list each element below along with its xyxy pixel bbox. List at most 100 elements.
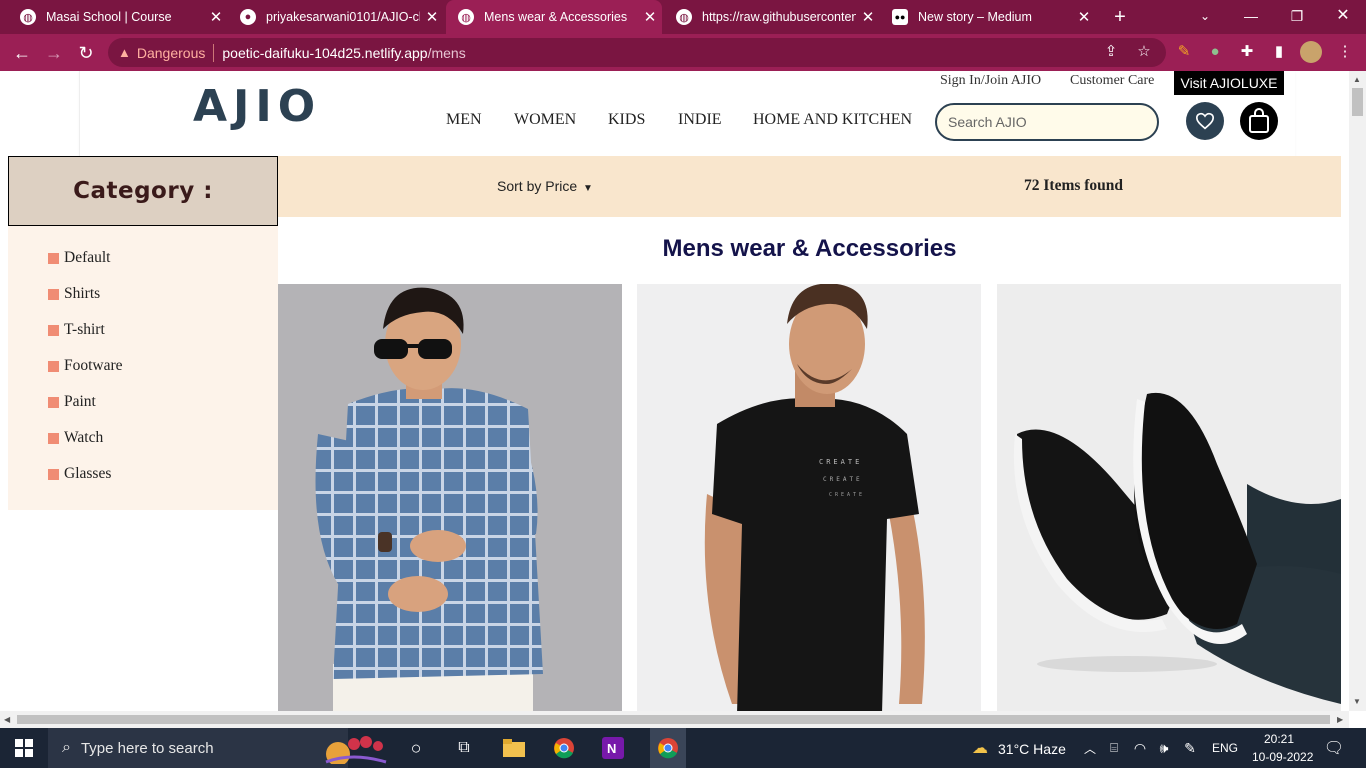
share-icon[interactable]: ⇪ [1100, 41, 1122, 63]
product-card-tshirt[interactable]: CREATE CREATE CREATE [637, 284, 981, 711]
product-card-shirt[interactable] [278, 284, 622, 711]
new-tab-button[interactable]: + [1108, 5, 1132, 29]
browser-tab-bar: ◍ Masai School | Course ✕ ● priyakesarwa… [0, 0, 1366, 34]
onenote-icon[interactable]: N [601, 736, 625, 760]
volume-icon[interactable]: 🕪 [1152, 736, 1176, 760]
minimize-button[interactable]: — [1228, 0, 1274, 34]
restore-button[interactable]: ❐ [1274, 0, 1320, 34]
tab-mens-wear[interactable]: ◍ Mens wear & Accessories ✕ [446, 0, 662, 34]
network-icon[interactable]: ⌸ [1102, 736, 1126, 760]
puzzle-icon[interactable]: ✚ [1236, 41, 1258, 63]
tab-medium[interactable]: ●● New story – Medium ✕ [880, 0, 1096, 34]
reload-icon[interactable]: ↻ [74, 41, 98, 65]
scroll-up-icon[interactable]: ▲ [1353, 75, 1361, 84]
tab-github[interactable]: ● priyakesarwani0101/AJIO-clo ✕ [228, 0, 444, 34]
bullet-square-icon [48, 324, 59, 336]
close-tab-icon[interactable]: ✕ [856, 8, 880, 26]
widget-balloons-icon[interactable] [316, 736, 388, 764]
back-icon[interactable]: ← [10, 41, 34, 65]
category-item-glasses[interactable]: Glasses [48, 456, 123, 492]
profile-avatar[interactable] [1300, 41, 1322, 63]
black-tshirt-product-image: CREATE CREATE CREATE [637, 284, 981, 711]
taskbar-search-box[interactable]: ⌕ Type here to search [48, 728, 348, 768]
clock-date[interactable]: 10-09-2022 [1252, 750, 1313, 764]
category-item-tshirt[interactable]: T-shirt [48, 312, 123, 348]
svg-text:N: N [607, 741, 616, 756]
horizontal-scroll-thumb[interactable] [17, 715, 1330, 724]
close-tab-icon[interactable]: ✕ [204, 8, 228, 26]
language-indicator[interactable]: ENG [1212, 741, 1238, 755]
extension-icon[interactable]: ● [1204, 41, 1226, 63]
pen-extension-icon[interactable]: ✎ [1173, 41, 1195, 63]
bookmark-star-icon[interactable]: ☆ [1133, 41, 1155, 63]
customer-care-link[interactable]: Customer Care [1070, 73, 1154, 89]
sort-bar: Sort by Price ▼ 72 Items found [278, 156, 1341, 217]
category-label: Watch [64, 429, 104, 446]
category-sidebar: Category : Default Shirts T-shirt Footwa… [8, 156, 278, 510]
security-label[interactable]: Dangerous [137, 45, 206, 61]
medium-icon: ●● [892, 9, 908, 25]
close-window-button[interactable]: ✕ [1320, 0, 1366, 34]
ajio-logo[interactable]: AJIO [193, 81, 321, 132]
vertical-scrollbar[interactable]: ▲ ▼ [1349, 71, 1366, 711]
close-tab-icon[interactable]: ✕ [420, 8, 444, 26]
tab-title: https://raw.githubuserconten [702, 10, 856, 24]
tab-title: Mens wear & Accessories [484, 10, 628, 24]
weather-text[interactable]: 31°C Haze [998, 741, 1066, 757]
tab-raw-github[interactable]: ◍ https://raw.githubuserconten ✕ [664, 0, 880, 34]
windows-start-icon[interactable] [12, 736, 36, 760]
scroll-down-icon[interactable]: ▼ [1353, 697, 1361, 706]
task-view-icon[interactable]: ⧉ [452, 736, 476, 760]
pen-icon[interactable]: ✎ [1178, 736, 1202, 760]
sign-in-link[interactable]: Sign In/Join AJIO [940, 73, 1041, 89]
url-field[interactable]: ▲ Dangerous poetic-daifuku-104d25.netlif… [108, 38, 1166, 67]
github-icon: ● [240, 9, 256, 25]
tab-search-icon[interactable]: ⌄ [1182, 0, 1228, 34]
clock-time[interactable]: 20:21 [1264, 732, 1294, 746]
scroll-left-icon[interactable]: ◀ [4, 715, 10, 724]
url-text: poetic-daifuku-104d25.netlify.app/mens [222, 45, 465, 61]
taskbar-search-placeholder: Type here to search [80, 739, 214, 757]
notification-icon[interactable]: 🗨 [1322, 736, 1346, 760]
bullet-square-icon [48, 432, 59, 444]
search-input[interactable] [935, 103, 1159, 141]
tab-title: priyakesarwani0101/AJIO-clo [266, 10, 420, 24]
category-item-watch[interactable]: Watch [48, 420, 123, 456]
bag-button[interactable] [1240, 102, 1278, 140]
product-card-sneakers[interactable] [997, 284, 1341, 711]
tab-masai[interactable]: ◍ Masai School | Course ✕ [8, 0, 228, 34]
nav-men[interactable]: MEN [446, 111, 482, 129]
scroll-right-icon[interactable]: ▶ [1337, 715, 1343, 724]
nav-indie[interactable]: INDIE [678, 111, 722, 129]
vertical-scroll-thumb[interactable] [1352, 88, 1363, 116]
category-item-default[interactable]: Default [48, 240, 123, 276]
items-count: 72 Items found [1024, 177, 1124, 194]
nav-home-kitchen[interactable]: HOME AND KITCHEN [753, 111, 912, 129]
heart-icon [1195, 112, 1215, 130]
category-item-paint[interactable]: Paint [48, 384, 123, 420]
side-panel-icon[interactable]: ▮ [1268, 41, 1290, 63]
chrome-icon[interactable] [552, 736, 576, 760]
tab-title: New story – Medium [918, 10, 1032, 24]
nav-kids[interactable]: KIDS [608, 111, 645, 129]
black-sneakers-product-image [997, 284, 1341, 711]
close-tab-icon[interactable]: ✕ [638, 8, 662, 26]
tab-title: Masai School | Course [46, 10, 172, 24]
nav-women[interactable]: WOMEN [514, 111, 576, 129]
cortana-circle-icon[interactable]: ○ [404, 736, 428, 760]
weather-haze-icon[interactable]: ☁ [968, 736, 992, 760]
ajioluxe-button[interactable]: Visit AJIOLUXE [1174, 71, 1284, 95]
category-item-footware[interactable]: Footware [48, 348, 123, 384]
wishlist-button[interactable] [1186, 102, 1224, 140]
file-explorer-icon[interactable] [502, 736, 526, 760]
horizontal-scrollbar[interactable]: ◀ ▶ [0, 711, 1349, 728]
category-item-shirts[interactable]: Shirts [48, 276, 123, 312]
forward-icon[interactable]: → [42, 41, 66, 65]
close-tab-icon[interactable]: ✕ [1072, 8, 1096, 26]
wifi-icon[interactable]: ◠ [1128, 736, 1152, 760]
menu-kebab-icon[interactable]: ⋮ [1334, 41, 1356, 63]
category-heading: Category : [8, 156, 278, 226]
chrome-active-window-icon[interactable] [650, 728, 686, 768]
chevron-up-icon[interactable]: ︿ [1078, 736, 1102, 760]
sort-by-price-dropdown[interactable]: Sort by Price ▼ [497, 178, 593, 194]
